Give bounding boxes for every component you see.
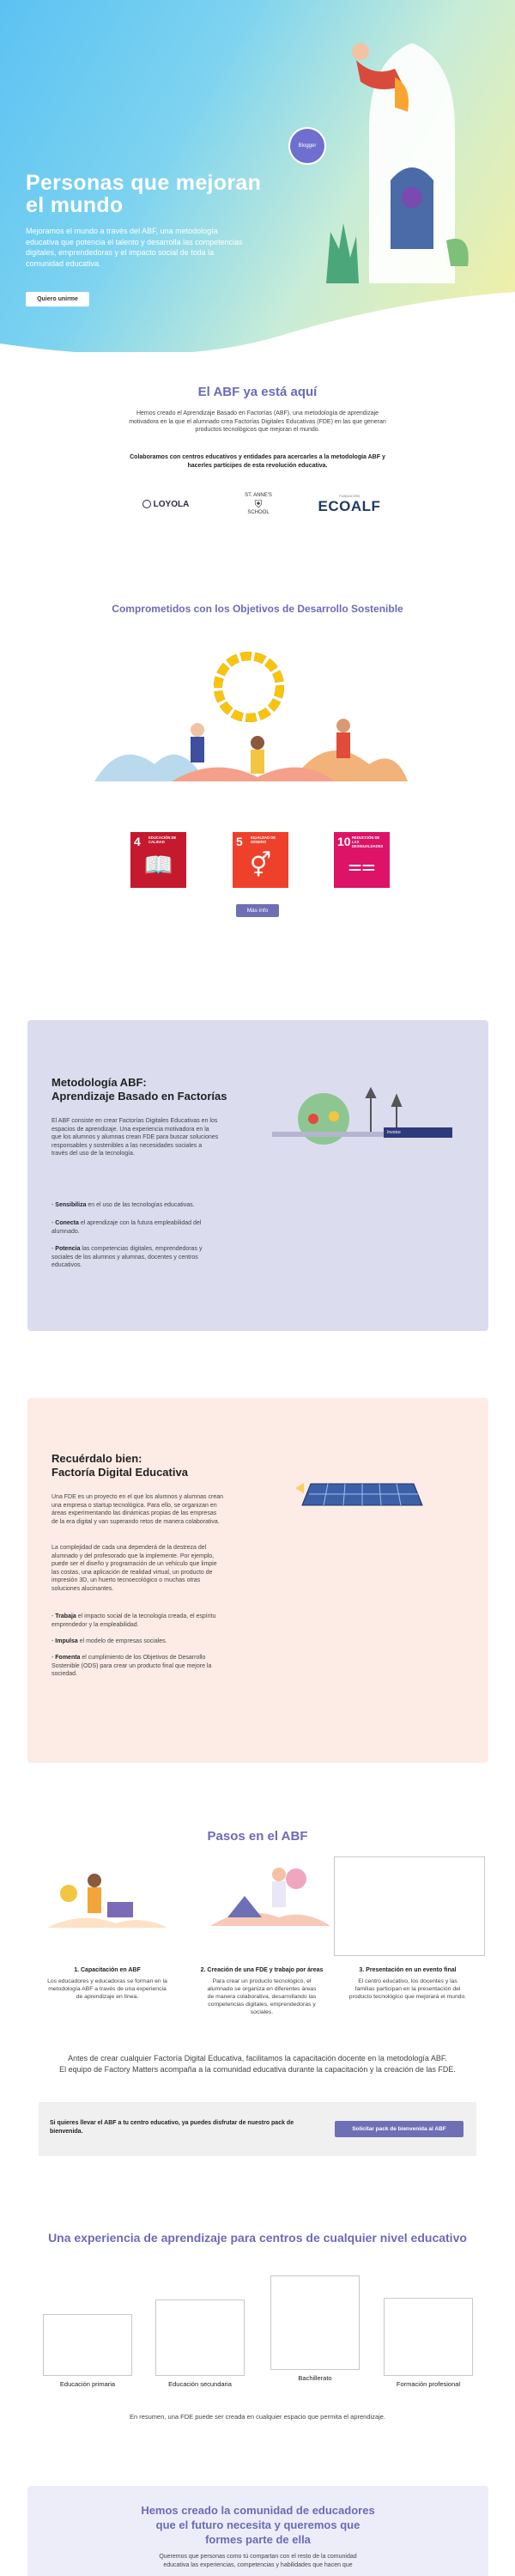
hero-illustration <box>326 43 469 283</box>
levels-title: Una experiencia de aprendizaje para cent… <box>48 2231 467 2245</box>
community-section: Hemos creado la comunidad de educadores … <box>27 2486 488 2576</box>
invoice-screen: Invoice <box>384 1127 452 1138</box>
abf-intro-text: Hemos creado el Aprendizaje Basado en Fa… <box>129 410 386 433</box>
community-title: Hemos creado la comunidad de educadores … <box>141 2504 375 2546</box>
loyola-logo-mark <box>142 500 151 508</box>
steps-title: Pasos en el ABF <box>207 1829 308 1844</box>
ods-title: Comprometidos con los Objetivos de Desar… <box>112 603 403 615</box>
levels-summary: En resumen, una FDE puede ser creada en … <box>129 2413 386 2421</box>
methodology-point-1-bold: Sensibiliza <box>55 1202 87 1208</box>
methodology-point-2-bold: Conecta <box>55 1220 79 1226</box>
fde-title-2: Factoría Digital Educativa <box>52 1466 188 1479</box>
step-2-illustration <box>210 1868 330 1926</box>
step-3-image-frame <box>334 1856 485 1956</box>
partners-text: Colaboramos con centros educativos y ent… <box>130 454 385 469</box>
blogger-badge[interactable]: Blogger <box>290 129 324 163</box>
methodology-point-1: - Sensibiliza en el uso de las tecnologí… <box>52 1202 195 1208</box>
crest-icon: ⛨ <box>254 498 263 510</box>
solar-panel-illustration <box>295 1483 423 1506</box>
more-info-button[interactable]: Más info <box>236 904 279 917</box>
steps-note-2: El equipo de Factory Matters acompaña a … <box>59 2065 456 2074</box>
fp-image-frame <box>384 2298 473 2376</box>
fde-point-1-text: el impacto social de la tecnología cread… <box>52 1613 216 1628</box>
methodology-point-1-text: en el uso de las tecnologías educativas. <box>86 1202 195 1208</box>
step-3-text: El centro educativo, los docentes y las … <box>348 1978 467 2000</box>
fde-title-1: Recuérdalo bien: <box>52 1452 142 1465</box>
methodology-point-3: - Potencia las competencias digitales, e… <box>52 1246 203 1268</box>
methodology-point-2: - Conecta el aprendizaje con la futura e… <box>52 1220 202 1235</box>
methodology-box: Metodología ABF: Aprendizaje Basado en F… <box>27 1020 488 1331</box>
fde-point-2-bold: Impulsa <box>55 1638 78 1644</box>
ods-card-4[interactable]: 4 EDUCACIÓN DE CALIDAD 📖 <box>130 832 186 888</box>
st-annes-logo-bottom: SCHOOL <box>247 510 270 515</box>
level-secondary: Educación secundaria <box>168 2380 232 2388</box>
ods-card-10[interactable]: 10 REDUCCIÓN DE LAS DESIGUALDADES ⩵ <box>334 832 390 888</box>
welcome-pack-banner: Si quieres llevar el ABF a tu centro edu… <box>39 2102 476 2156</box>
ods-card-5[interactable]: 5 IGUALDAD DE GÉNERO ⚥ <box>233 832 288 888</box>
welcome-pack-text: Si quieres llevar el ABF a tu centro edu… <box>50 2120 294 2135</box>
fde-point-3-bold: Fomenta <box>55 1655 81 1661</box>
fde-description-2: La complejidad de cada una dependerá de … <box>52 1545 217 1592</box>
book-icon: 📖 <box>143 852 173 878</box>
step-1-illustration <box>47 1874 167 1928</box>
ods-card-number: 5 <box>236 835 243 848</box>
community-text: Queremos que personas como tú compartan … <box>159 2554 357 2568</box>
gender-equality-icon: ⚥ <box>249 852 272 878</box>
hero-section: Blogger Personas que mejoran el mundo Me… <box>0 0 515 352</box>
steps-note-1: Antes de crear cualquier Factoría Digita… <box>68 2054 447 2063</box>
hero-wave-divider <box>0 292 515 352</box>
loyola-logo[interactable]: LOYOLA <box>137 491 194 517</box>
ecoalf-logo-text: ECOALF <box>318 497 381 514</box>
fde-box: Recuérdalo bien: Factoría Digital Educat… <box>27 1398 488 1763</box>
step-2-title: 2. Creación de una FDE y trabajo por áre… <box>200 1967 324 1973</box>
fde-description-1: Una FDE es un proyecto en el que los alu… <box>52 1494 223 1525</box>
step-1-title: 1. Capacitación en ABF <box>74 1967 141 1973</box>
hero-description: Mejoramos el mundo a través del ABF, una… <box>26 227 243 268</box>
secondary-image-frame <box>155 2300 245 2376</box>
methodology-description: El ABF consiste en crear Factorías Digit… <box>52 1118 219 1157</box>
step-2-text: Para crear un producto tecnológico, el a… <box>207 1978 317 2015</box>
fde-point-3: - Fomenta el cumplimiento de los Objetiv… <box>52 1655 212 1677</box>
fde-point-2: - Impulsa el modelo de empresas sociales… <box>52 1638 167 1644</box>
step-3-title: 3. Presentación en un evento final <box>359 1967 457 1973</box>
primary-image-frame <box>43 2314 132 2376</box>
request-welcome-pack-button[interactable]: Solicitar pack de bienvenida al ABF <box>335 2121 464 2137</box>
st-annes-logo[interactable]: ST. ANNE'S ⛨ SCHOOL <box>237 491 280 517</box>
level-primary: Educación primaria <box>59 2380 116 2388</box>
hero-title: Personas que mejoran el mundo <box>26 171 262 217</box>
ods-card-number: 10 <box>337 835 351 848</box>
equal-icon: ⩵ <box>348 852 376 878</box>
methodology-title-1: Metodología ABF: <box>52 1076 147 1089</box>
fde-point-1-bold: Trabaja <box>55 1613 76 1619</box>
methodology-point-3-bold: Potencia <box>55 1246 81 1252</box>
fde-point-1: - Trabaja el impacto social de la tecnol… <box>52 1613 216 1628</box>
ecoalf-logo[interactable]: FUNDACIÓN ECOALF <box>311 491 388 517</box>
level-fp: Formación profesional <box>396 2380 461 2388</box>
fde-point-2-text: el modelo de empresas sociales. <box>77 1638 167 1644</box>
loyola-logo-text: LOYOLA <box>153 499 190 509</box>
level-bachillerato: Bachillerato <box>298 2374 332 2382</box>
ods-card-label: EDUCACIÓN DE CALIDAD <box>148 835 177 844</box>
ods-card-label: IGUALDAD DE GÉNERO <box>251 835 276 844</box>
ods-illustration <box>94 652 408 781</box>
methodology-illustration <box>272 1086 435 1145</box>
methodology-title-2: Aprendizaje Basado en Factorías <box>52 1090 227 1103</box>
ods-card-label: REDUCCIÓN DE LAS DESIGUALDADES <box>352 835 384 848</box>
bachillerato-image-frame <box>270 2275 360 2370</box>
abf-title: El ABF ya está aquí <box>197 385 318 399</box>
step-1-text: Los educadores y educadoras se forman en… <box>47 1978 167 2000</box>
ods-card-number: 4 <box>134 835 141 848</box>
